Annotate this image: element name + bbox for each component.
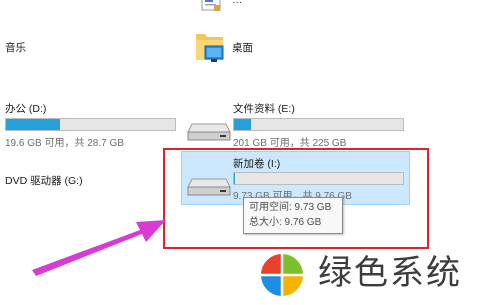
desktop-folder-label[interactable]: 桌面: [232, 40, 253, 55]
desktop-folder-icon[interactable]: [195, 30, 225, 66]
drive-d-stats: 19.6 GB 可用，共 28.7 GB: [5, 138, 124, 149]
drive-e-label[interactable]: 文件资料 (E:): [233, 101, 295, 116]
annotation-red-box: [163, 148, 429, 249]
drive-d-usage-bar: [5, 118, 176, 131]
brand-watermark-text: 绿色系统: [318, 253, 462, 293]
windows-logo-icon: [259, 252, 305, 298]
document-icon[interactable]: [200, 0, 226, 12]
drive-e-usage-bar: [233, 118, 404, 131]
document-label-partial: …: [232, 0, 243, 6]
dvd-drive-label[interactable]: DVD 驱动器 (G:): [5, 173, 83, 188]
drive-e-icon[interactable]: [186, 118, 232, 142]
drive-e-usage-fill: [234, 119, 251, 130]
drive-d-label[interactable]: 办公 (D:): [5, 101, 46, 116]
drive-d-usage-fill: [6, 119, 61, 130]
annotation-arrow: [32, 220, 166, 276]
drive-e-stats: 201 GB 可用，共 225 GB: [233, 138, 347, 149]
music-folder-label[interactable]: 音乐: [5, 40, 26, 55]
